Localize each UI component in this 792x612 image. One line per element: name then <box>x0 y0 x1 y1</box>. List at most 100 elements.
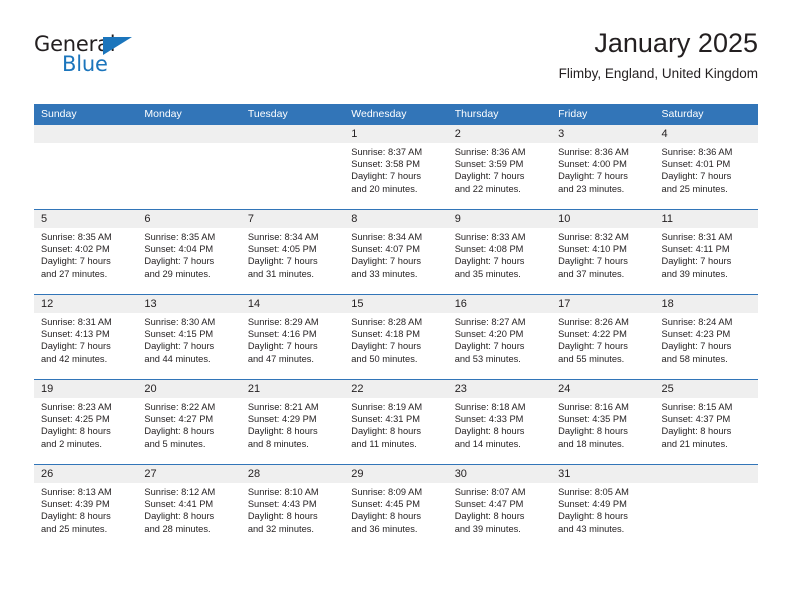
calendar-day-cell[interactable]: 25 Sunrise: 8:15 AM Sunset: 4:37 PM Dayligh… <box>654 379 758 465</box>
day-detail-daylight1: Daylight: 8 hours <box>41 511 111 522</box>
day-detail-sunset: Sunset: 4:04 PM <box>144 244 214 255</box>
calendar-day-cell[interactable]: 28 Sunrise: 8:10 AM Sunset: 4:43 PM Dayligh… <box>240 464 345 549</box>
day-detail-sunrise: Sunrise: 8:35 AM <box>41 232 112 242</box>
day-details: Sunrise: 8:36 AM Sunset: 4:01 PM Daylight:… <box>655 143 758 195</box>
calendar-day-cell-empty <box>654 464 758 549</box>
day-number: 13 <box>137 295 241 313</box>
day-detail-daylight2: and 27 minutes. <box>41 268 108 279</box>
calendar-day-cell[interactable]: 17 Sunrise: 8:26 AM Sunset: 4:22 PM Dayligh… <box>551 294 655 380</box>
calendar-day-cell[interactable]: 21 Sunrise: 8:21 AM Sunset: 4:29 PM Dayligh… <box>240 379 345 465</box>
calendar-day-cell[interactable]: 19 Sunrise: 8:23 AM Sunset: 4:25 PM Dayligh… <box>34 379 138 465</box>
day-detail-daylight1: Daylight: 8 hours <box>351 426 422 437</box>
day-detail-daylight2: and 33 minutes. <box>351 268 418 279</box>
day-detail-sunrise: Sunrise: 8:23 AM <box>41 402 112 412</box>
calendar-day-cell[interactable]: 18 Sunrise: 8:24 AM Sunset: 4:23 PM Dayligh… <box>654 294 758 380</box>
calendar-day-cell[interactable]: 4 Sunrise: 8:36 AM Sunset: 4:01 PM Daylight… <box>654 125 758 210</box>
day-detail-daylight2: and 28 minutes. <box>144 523 211 534</box>
day-detail-daylight2: and 23 minutes. <box>558 183 625 194</box>
day-detail-sunset: Sunset: 4:23 PM <box>661 329 731 340</box>
day-detail-sunset: Sunset: 4:47 PM <box>454 499 524 510</box>
day-detail-daylight1: Daylight: 8 hours <box>351 511 422 522</box>
day-details: Sunrise: 8:32 AM Sunset: 4:10 PM Daylight:… <box>551 228 654 280</box>
day-detail-sunset: Sunset: 4:33 PM <box>454 414 524 425</box>
day-detail-sunset: Sunset: 4:10 PM <box>558 244 627 255</box>
day-detail-daylight2: and 36 minutes. <box>351 523 418 534</box>
day-detail-daylight2: and 58 minutes. <box>661 353 728 364</box>
calendar-day-cell[interactable]: 16 Sunrise: 8:27 AM Sunset: 4:20 PM Dayligh… <box>447 294 552 380</box>
day-detail-sunset: Sunset: 4:07 PM <box>351 244 420 255</box>
calendar-day-cell[interactable]: 13 Sunrise: 8:30 AM Sunset: 4:15 PM Dayligh… <box>137 294 241 380</box>
day-detail-sunset: Sunset: 4:29 PM <box>247 414 317 425</box>
day-detail-sunset: Sunset: 4:43 PM <box>247 499 317 510</box>
day-number: 24 <box>551 380 655 398</box>
calendar-day-cell[interactable]: 22 Sunrise: 8:19 AM Sunset: 4:31 PM Dayligh… <box>344 379 448 465</box>
weekday-header-wednesday: Wednesday <box>344 104 448 125</box>
calendar-day-cell[interactable]: 3 Sunrise: 8:36 AM Sunset: 4:00 PM Daylight… <box>551 125 655 210</box>
calendar-day-cell[interactable]: 15 Sunrise: 8:28 AM Sunset: 4:18 PM Dayligh… <box>344 294 448 380</box>
day-details: Sunrise: 8:18 AM Sunset: 4:33 PM Daylight:… <box>448 398 551 450</box>
day-detail-daylight1: Daylight: 7 hours <box>144 341 215 352</box>
day-detail-daylight1: Daylight: 7 hours <box>41 256 111 267</box>
day-detail-daylight1: Daylight: 7 hours <box>351 256 422 267</box>
calendar-day-cell[interactable]: 24 Sunrise: 8:16 AM Sunset: 4:35 PM Dayligh… <box>551 379 655 465</box>
day-detail-daylight1: Daylight: 7 hours <box>558 256 628 267</box>
weekday-header-friday: Friday <box>551 104 655 125</box>
day-detail-sunrise: Sunrise: 8:09 AM <box>351 487 423 497</box>
calendar-day-cell[interactable]: 2 Sunrise: 8:36 AM Sunset: 3:59 PM Daylight… <box>447 125 552 210</box>
day-detail-sunrise: Sunrise: 8:22 AM <box>144 402 216 412</box>
day-detail-sunset: Sunset: 4:05 PM <box>247 244 317 255</box>
calendar-day-cell[interactable]: 27 Sunrise: 8:12 AM Sunset: 4:41 PM Dayligh… <box>137 464 241 549</box>
day-details: Sunrise: 8:26 AM Sunset: 4:22 PM Daylight:… <box>551 313 654 365</box>
calendar-day-cell[interactable]: 10 Sunrise: 8:32 AM Sunset: 4:10 PM Dayligh… <box>551 209 655 295</box>
calendar-day-cell[interactable]: 30 Sunrise: 8:07 AM Sunset: 4:47 PM Dayligh… <box>447 464 552 549</box>
day-detail-sunset: Sunset: 4:02 PM <box>41 244 110 255</box>
day-detail-daylight2: and 32 minutes. <box>247 523 314 534</box>
day-detail-sunrise: Sunrise: 8:13 AM <box>41 487 112 497</box>
day-detail-sunrise: Sunrise: 8:30 AM <box>144 317 216 327</box>
calendar-day-cell[interactable]: 29 Sunrise: 8:09 AM Sunset: 4:45 PM Dayligh… <box>344 464 448 549</box>
day-detail-sunset: Sunset: 4:27 PM <box>144 414 214 425</box>
day-detail-sunrise: Sunrise: 8:37 AM <box>351 147 423 157</box>
calendar-day-cell[interactable]: 6 Sunrise: 8:35 AM Sunset: 4:04 PM Daylight… <box>137 209 241 295</box>
calendar-day-cell[interactable]: 11 Sunrise: 8:31 AM Sunset: 4:11 PM Dayligh… <box>654 209 758 295</box>
calendar-day-cell[interactable]: 23 Sunrise: 8:18 AM Sunset: 4:33 PM Dayligh… <box>447 379 552 465</box>
day-detail-daylight1: Daylight: 7 hours <box>454 256 525 267</box>
day-detail-daylight2: and 25 minutes. <box>41 523 108 534</box>
day-number: 4 <box>654 125 758 143</box>
day-details: Sunrise: 8:24 AM Sunset: 4:23 PM Daylight:… <box>655 313 758 365</box>
calendar-day-cell[interactable]: 1 Sunrise: 8:37 AM Sunset: 3:58 PM Daylight… <box>344 125 448 210</box>
day-detail-sunset: Sunset: 4:00 PM <box>558 159 627 170</box>
calendar-day-cell[interactable]: 9 Sunrise: 8:33 AM Sunset: 4:08 PM Daylight… <box>447 209 552 295</box>
calendar-day-cell[interactable]: 12 Sunrise: 8:31 AM Sunset: 4:13 PM Dayligh… <box>34 294 138 380</box>
day-detail-daylight1: Daylight: 7 hours <box>661 256 732 267</box>
day-number: 30 <box>447 465 552 483</box>
day-details <box>137 143 240 146</box>
day-detail-daylight2: and 39 minutes. <box>661 268 728 279</box>
day-detail-daylight2: and 22 minutes. <box>454 183 521 194</box>
day-detail-daylight2: and 37 minutes. <box>558 268 625 279</box>
calendar-day-cell[interactable]: 14 Sunrise: 8:29 AM Sunset: 4:16 PM Dayligh… <box>240 294 345 380</box>
day-number: 15 <box>344 295 448 313</box>
weekday-header-row: Sunday Monday Tuesday Wednesday Thursday… <box>34 104 758 125</box>
day-detail-daylight1: Daylight: 7 hours <box>558 171 628 182</box>
calendar-day-cell[interactable]: 7 Sunrise: 8:34 AM Sunset: 4:05 PM Daylight… <box>240 209 345 295</box>
calendar-day-cell[interactable]: 5 Sunrise: 8:35 AM Sunset: 4:02 PM Daylight… <box>34 209 138 295</box>
calendar-day-cell[interactable]: 26 Sunrise: 8:13 AM Sunset: 4:39 PM Dayligh… <box>34 464 138 549</box>
day-detail-daylight1: Daylight: 7 hours <box>558 341 628 352</box>
calendar-day-cell-empty <box>34 125 138 210</box>
day-detail-sunrise: Sunrise: 8:29 AM <box>247 317 319 327</box>
day-detail-sunrise: Sunrise: 8:15 AM <box>661 402 733 412</box>
day-detail-sunrise: Sunrise: 8:21 AM <box>247 402 319 412</box>
day-details: Sunrise: 8:34 AM Sunset: 4:07 PM Daylight:… <box>344 228 447 280</box>
calendar-day-cell[interactable]: 31 Sunrise: 8:05 AM Sunset: 4:49 PM Dayligh… <box>551 464 655 549</box>
title-block: January 2025 Flimby, England, United Kin… <box>559 26 758 84</box>
day-detail-sunrise: Sunrise: 8:05 AM <box>558 487 629 497</box>
day-detail-daylight2: and 25 minutes. <box>661 183 728 194</box>
day-detail-sunrise: Sunrise: 8:07 AM <box>454 487 526 497</box>
calendar-day-cell[interactable]: 8 Sunrise: 8:34 AM Sunset: 4:07 PM Daylight… <box>344 209 448 295</box>
calendar-day-cell[interactable]: 20 Sunrise: 8:22 AM Sunset: 4:27 PM Dayligh… <box>137 379 241 465</box>
day-detail-daylight2: and 21 minutes. <box>661 438 728 449</box>
calendar-day-cell-empty <box>240 125 345 210</box>
day-detail-sunrise: Sunrise: 8:12 AM <box>144 487 216 497</box>
day-detail-daylight2: and 2 minutes. <box>41 438 102 449</box>
